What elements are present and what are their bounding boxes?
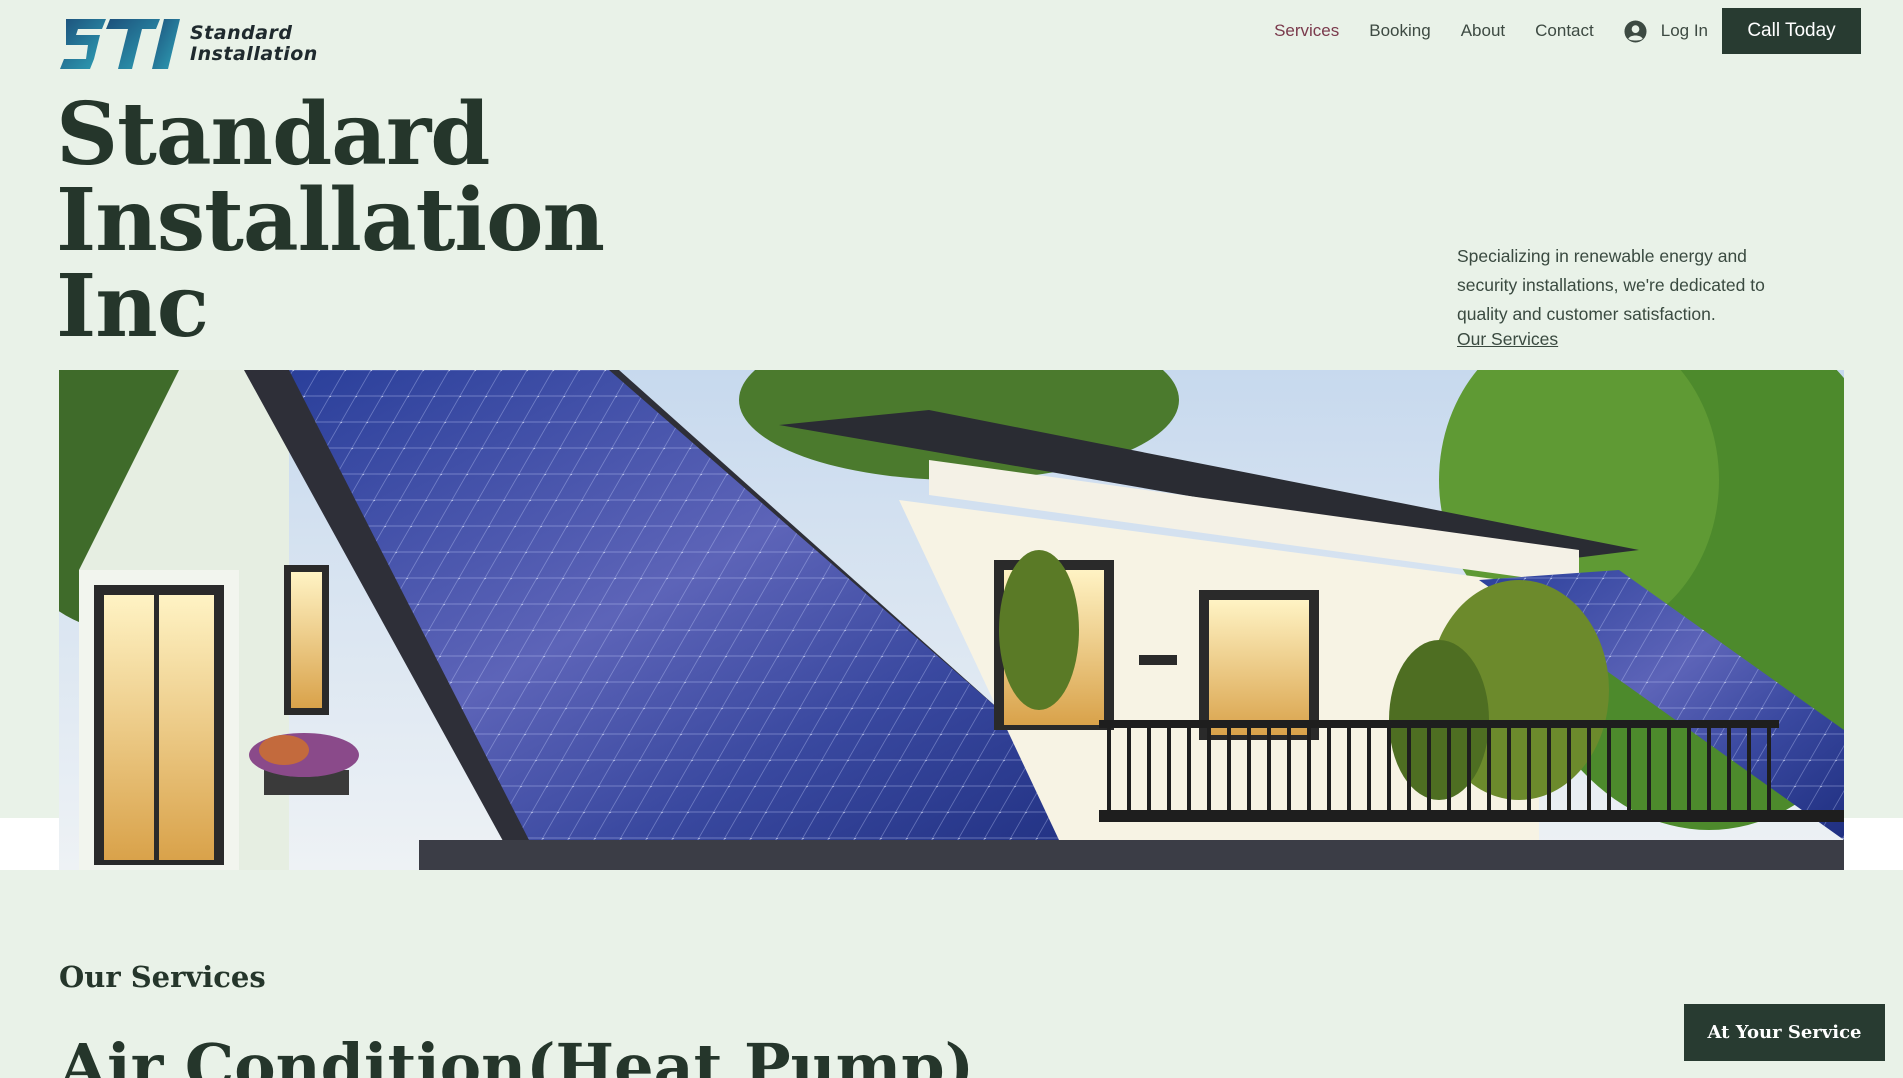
hero-title-line-1: Standard bbox=[56, 84, 490, 185]
logo-line-1: Standard bbox=[190, 22, 293, 44]
nav-booking[interactable]: Booking bbox=[1369, 21, 1430, 41]
service-heading: Air Condition(Heat Pump) bbox=[59, 1030, 974, 1078]
our-services-link[interactable]: Our Services bbox=[1457, 329, 1558, 350]
hero-description: Specializing in renewable energy and sec… bbox=[1457, 246, 1765, 324]
solar-house-illustration bbox=[59, 370, 1844, 870]
nav-services[interactable]: Services bbox=[1274, 21, 1339, 41]
logo-wordmark: Standard Installation bbox=[190, 23, 318, 65]
login-label: Log In bbox=[1660, 21, 1708, 40]
site-logo[interactable]: Standard Installation bbox=[60, 14, 330, 74]
hero-title-line-2: Installation bbox=[56, 170, 605, 271]
hero-title: Standard Installation Inc bbox=[56, 84, 605, 357]
user-avatar-icon bbox=[1624, 19, 1647, 43]
at-your-service-button[interactable]: At Your Service bbox=[1684, 1004, 1885, 1061]
call-today-button[interactable]: Call Today bbox=[1722, 8, 1861, 54]
nav-contact[interactable]: Contact bbox=[1535, 21, 1594, 41]
solar-house-hero-image bbox=[59, 370, 1844, 870]
sti-logo-icon bbox=[60, 19, 180, 69]
logo-line-2: Installation bbox=[190, 43, 318, 65]
nav-about[interactable]: About bbox=[1461, 21, 1505, 41]
login-button[interactable]: Log In bbox=[1624, 19, 1708, 43]
main-nav: Services Booking About Contact Log In Ca… bbox=[1244, 8, 1861, 54]
our-services-label: Our Services bbox=[59, 960, 266, 994]
hero-title-line-3: Inc bbox=[56, 256, 209, 357]
